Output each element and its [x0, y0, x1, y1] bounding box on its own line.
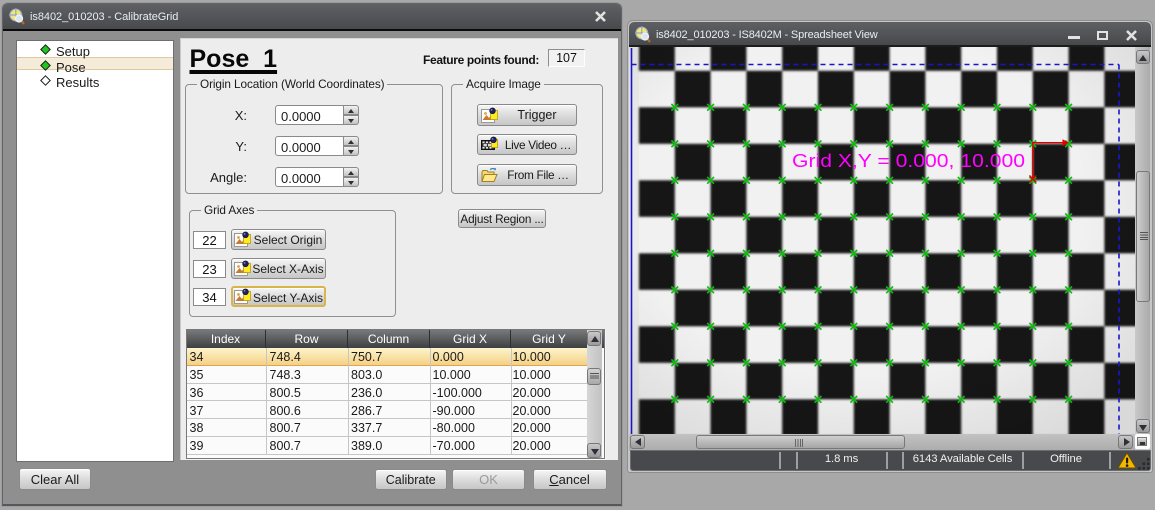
svg-text:Grid X,Y = 0.000, 10.000: Grid X,Y = 0.000, 10.000 [792, 151, 1025, 171]
